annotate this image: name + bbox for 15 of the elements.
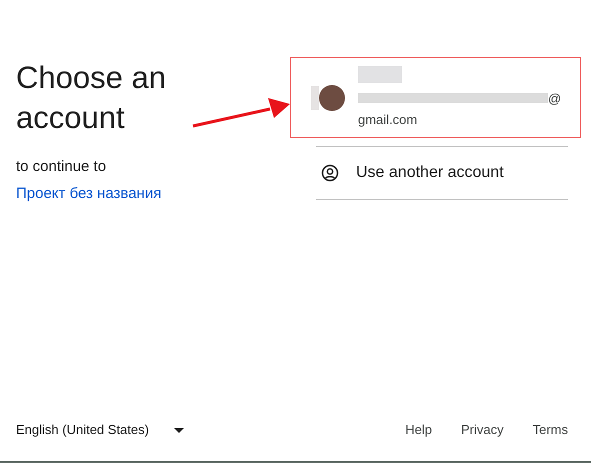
footer-link[interactable]: Privacy [460,420,504,440]
redacted-block [311,86,319,110]
redacted-block [358,66,402,82]
language-select[interactable]: English (United States) [16,420,184,440]
avatar[interactable] [319,84,345,110]
email-text: gmail.com [358,111,418,129]
footer-link[interactable]: Terms [532,420,568,440]
page-heading: Choose an account [16,59,167,137]
footer-link[interactable]: Help [405,420,432,440]
use-another-account-item[interactable]: Use another account [316,147,568,199]
email-text: @ [548,90,562,108]
app-link[interactable]: Проект без названия [16,182,162,205]
subtitle: to continue to [16,157,106,177]
account-circle-icon [321,164,339,182]
dropdown-caret-icon [174,428,184,432]
